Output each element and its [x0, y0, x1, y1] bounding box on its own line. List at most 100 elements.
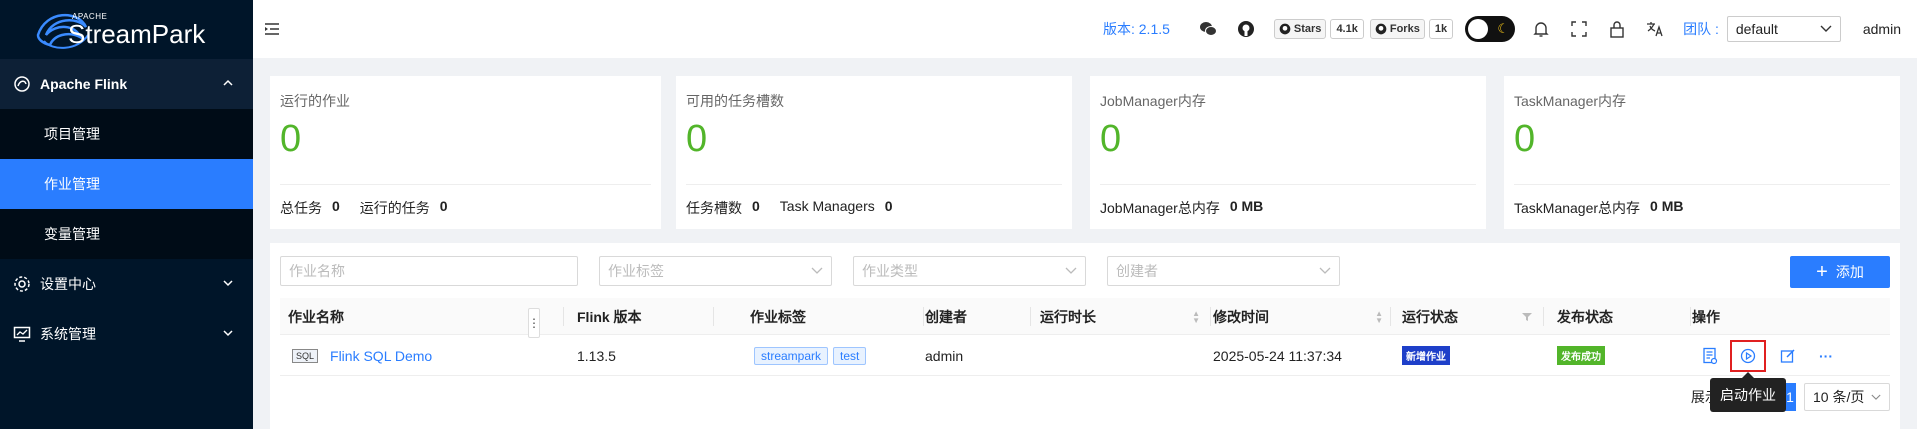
stars-count[interactable]: 4.1k — [1330, 19, 1364, 39]
detail-icon[interactable] — [1700, 346, 1720, 366]
page-size-select[interactable]: 10 条/页 — [1804, 383, 1890, 411]
chevron-down-icon — [1820, 25, 1832, 32]
card-divider — [686, 184, 1062, 185]
card-running-jobs: 运行的作业 0 总任务 0 运行的任务 0 — [270, 76, 661, 229]
column-label: Flink 版本 — [577, 308, 642, 325]
add-job-button[interactable]: + 添加 — [1790, 256, 1890, 288]
plus-icon: + — [1816, 261, 1828, 283]
logo[interactable]: APACHE StreamPark — [0, 0, 253, 59]
github-icon — [1279, 23, 1291, 35]
column-divider — [1690, 307, 1691, 326]
column-release-status[interactable]: 发布状态 — [1557, 298, 1677, 335]
column-job-name[interactable]: 作业名称 — [288, 298, 528, 335]
column-divider — [1543, 307, 1544, 326]
card-divider — [1100, 184, 1476, 185]
card-value: 0 — [1514, 118, 1536, 160]
card-value: 0 — [280, 118, 302, 160]
tag-badge[interactable]: streampark — [754, 346, 829, 365]
sidebar-item-project[interactable]: 项目管理 — [0, 109, 253, 159]
sidebar-item-label: 变量管理 — [44, 226, 100, 242]
dark-mode-toggle[interactable]: ☾ — [1465, 16, 1516, 42]
column-label: 作业名称 — [288, 308, 344, 325]
translate-icon[interactable] — [1645, 19, 1665, 39]
logo-title: StreamPark — [68, 19, 206, 49]
chevron-down-icon — [1871, 394, 1881, 400]
add-button-label: 添加 — [1835, 264, 1864, 280]
column-label: 运行状态 — [1402, 308, 1458, 325]
column-actions: 操作 — [1692, 298, 1772, 335]
job-tag-placeholder: 作业标签 — [608, 263, 664, 279]
column-divider — [1390, 307, 1391, 326]
sidebar-item-jobs[interactable]: 作业管理 — [0, 159, 253, 209]
cell-modified: 2025-05-24 11:37:34 — [1213, 347, 1342, 364]
column-duration[interactable]: 运行时长 ▲ ▼ — [1040, 298, 1200, 335]
card-value: 0 — [686, 118, 708, 160]
github-stars-button[interactable]: Stars — [1273, 19, 1327, 39]
column-run-status[interactable]: 运行状态 — [1402, 298, 1532, 335]
forks-count[interactable]: 1k — [1428, 19, 1454, 39]
run-status-badge: 新增作业 — [1402, 346, 1450, 365]
card-foot-label: 任务槽数 — [686, 200, 742, 216]
column-divider — [1030, 307, 1031, 326]
column-label: 创建者 — [925, 308, 967, 325]
start-job-tooltip: 启动作业 — [1710, 372, 1786, 412]
team-select[interactable]: default — [1726, 16, 1841, 42]
job-name-link[interactable]: Flink SQL Demo — [330, 348, 432, 364]
column-resize-handle[interactable]: ⋮ — [528, 308, 540, 338]
sidebar: APACHE StreamPark Apache Flink 项目管理 作业管理… — [0, 0, 253, 429]
column-creator[interactable]: 创建者 — [925, 298, 1015, 335]
card-divider — [280, 184, 651, 185]
fullscreen-icon[interactable] — [1569, 19, 1589, 39]
monitor-icon — [12, 324, 32, 344]
job-name-input[interactable]: 作业名称 — [280, 256, 578, 286]
stars-label: Stars — [1293, 23, 1322, 35]
github-icon[interactable] — [1236, 19, 1256, 39]
menu-fold-icon[interactable] — [263, 20, 281, 38]
user-name[interactable]: admin — [1863, 21, 1901, 37]
github-forks-button[interactable]: Forks — [1369, 19, 1425, 39]
card-divider — [1514, 184, 1890, 185]
tag-badge[interactable]: test — [833, 346, 867, 365]
job-type-select[interactable]: 作业类型 — [853, 256, 1086, 286]
github-icon — [1375, 23, 1387, 35]
column-label: 运行时长 — [1040, 308, 1096, 325]
chevron-down-icon — [223, 277, 233, 291]
column-flink-version[interactable]: Flink 版本 — [577, 298, 707, 335]
filter-icon[interactable] — [1522, 312, 1532, 322]
sidebar-item-variables[interactable]: 变量管理 — [0, 209, 253, 259]
column-label: 发布状态 — [1557, 308, 1613, 325]
sort-icon[interactable]: ▲ ▼ — [1375, 309, 1383, 324]
card-title: 可用的任务槽数 — [686, 93, 784, 109]
version-label: 版本: 2.1.5 — [1102, 21, 1170, 37]
column-modified[interactable]: 修改时间 ▲ ▼ — [1213, 298, 1383, 335]
chevron-down-icon — [1319, 267, 1331, 274]
card-foot-label: Task Managers — [779, 198, 875, 214]
forks-label: Forks — [1389, 23, 1420, 35]
column-job-tags[interactable]: 作业标签 — [750, 298, 880, 335]
card-foot-value: 0 — [439, 198, 448, 214]
creator-select[interactable]: 创建者 — [1107, 256, 1340, 286]
team-select-value: default — [1735, 21, 1778, 37]
column-label: 操作 — [1692, 308, 1720, 325]
sidebar-group-label: Apache Flink — [40, 76, 128, 92]
lock-icon[interactable] — [1607, 19, 1627, 39]
job-tag-select[interactable]: 作业标签 — [599, 256, 832, 286]
sort-icon[interactable]: ▲ ▼ — [1192, 309, 1200, 324]
cell-job-name: SQL Flink SQL Demo — [292, 335, 432, 376]
creator-placeholder: 创建者 — [1116, 263, 1158, 279]
sidebar-group-apache-flink[interactable]: Apache Flink — [0, 59, 253, 109]
bell-icon[interactable] — [1531, 19, 1551, 39]
chevron-down-icon — [223, 327, 233, 341]
chevron-down-icon — [811, 267, 823, 274]
edit-icon[interactable] — [1778, 346, 1798, 366]
card-foot-label: TaskManager总内存 — [1514, 200, 1641, 216]
jobs-panel: 作业名称 作业标签 作业类型 创建者 + 添加 作业名称 Flink 版本 作业… — [270, 243, 1900, 429]
start-job-button[interactable] — [1730, 339, 1766, 372]
page-size-value: 10 条/页 — [1813, 389, 1865, 405]
wechat-icon[interactable] — [1198, 19, 1218, 39]
sql-badge: SQL — [292, 348, 319, 363]
card-task-slots: 可用的任务槽数 0 任务槽数 0 Task Managers 0 — [676, 76, 1072, 229]
more-icon[interactable]: ··· — [1816, 346, 1836, 366]
sidebar-group-settings[interactable]: 设置中心 — [0, 259, 253, 309]
sidebar-group-system[interactable]: 系统管理 — [0, 309, 253, 359]
